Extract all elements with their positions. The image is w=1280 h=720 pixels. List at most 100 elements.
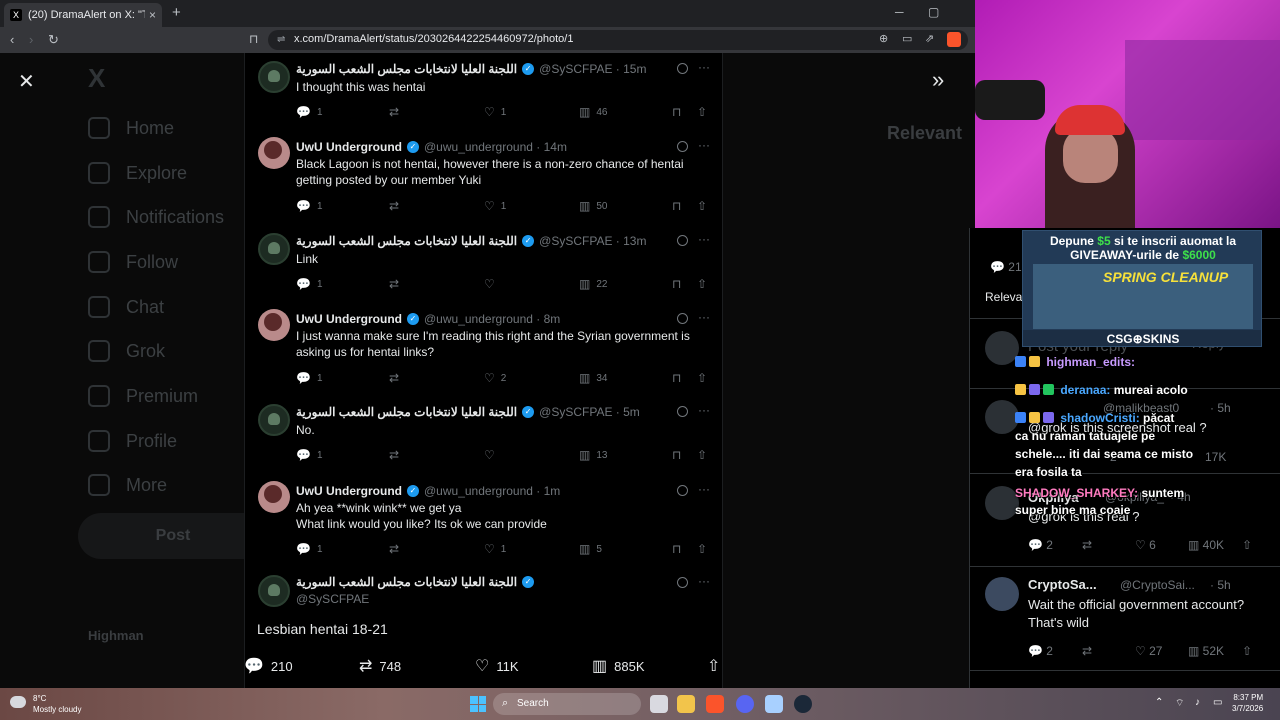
- reply-time[interactable]: · 14m: [536, 140, 567, 154]
- reply-time[interactable]: · 8m: [536, 312, 560, 326]
- reply-button[interactable]: 💬 1: [296, 199, 323, 213]
- views-button[interactable]: ▥ 13: [579, 448, 607, 462]
- more-options-icon[interactable]: ···: [698, 310, 710, 324]
- back-icon[interactable]: ‹: [10, 32, 14, 47]
- nav-chat[interactable]: Chat: [88, 296, 164, 318]
- author-handle[interactable]: @uwu_underground: [424, 484, 533, 498]
- views-button[interactable]: ▥ 5: [579, 542, 602, 556]
- reply-time[interactable]: · 5h: [1210, 401, 1231, 415]
- author-handle[interactable]: @SySCFPAE: [539, 234, 612, 248]
- bookmark-button[interactable]: ⊓: [672, 448, 687, 462]
- reply-button[interactable]: 💬 1: [296, 277, 323, 291]
- tray-chevron-icon[interactable]: ⌃: [1155, 697, 1163, 708]
- share-icon[interactable]: ⇗: [925, 32, 934, 45]
- nav-explore[interactable]: Explore: [88, 162, 187, 184]
- reply-button[interactable]: 💬 210: [244, 656, 293, 676]
- more-options-icon[interactable]: ···: [698, 60, 710, 74]
- author-handle[interactable]: @SySCFPAE: [539, 405, 612, 419]
- avatar[interactable]: [985, 400, 1019, 434]
- bookmark-button[interactable]: ⊓: [672, 371, 687, 385]
- views-button[interactable]: ▥ 52K: [1188, 644, 1224, 658]
- share-button[interactable]: ⇧: [697, 542, 713, 556]
- repost-button[interactable]: ⇄: [389, 105, 405, 119]
- new-tab-button[interactable]: +: [172, 4, 181, 21]
- author-name[interactable]: اللجنة العليا لانتخابات مجلس الشعب السور…: [296, 234, 517, 248]
- author-handle[interactable]: @SySCFPAE: [296, 592, 369, 606]
- author-name[interactable]: اللجنة العليا لانتخابات مجلس الشعب السور…: [296, 62, 517, 76]
- nav-home[interactable]: Home: [88, 117, 174, 139]
- url-input[interactable]: ⇌ x.com/DramaAlert/status/20302644222544…: [268, 30, 968, 50]
- grok-icon[interactable]: [677, 63, 688, 74]
- reply-time[interactable]: · 13m: [616, 234, 647, 248]
- reply-button[interactable]: 💬 1: [296, 371, 323, 385]
- battery-icon[interactable]: ▭: [1213, 697, 1222, 708]
- relevant-filter[interactable]: Releva: [985, 290, 1022, 304]
- share-icon[interactable]: ⇧: [1242, 644, 1252, 658]
- repost-button[interactable]: ⇄: [389, 542, 405, 556]
- site-info-icon[interactable]: ⇌: [277, 34, 285, 45]
- share-icon[interactable]: ⇧: [1242, 538, 1252, 552]
- nav-more[interactable]: More: [88, 474, 167, 496]
- bookmark-button[interactable]: ⊓: [672, 277, 687, 291]
- avatar[interactable]: [258, 61, 290, 93]
- reply-button[interactable]: 💬 1: [296, 542, 323, 556]
- share-button[interactable]: ⇧: [697, 448, 713, 462]
- author-handle[interactable]: @uwu_underground: [424, 140, 533, 154]
- minimize-icon[interactable]: ─: [895, 5, 904, 19]
- browser-tab[interactable]: X (20) DramaAlert on X: "The offici ×: [4, 3, 162, 27]
- avatar[interactable]: [258, 481, 290, 513]
- author-handle[interactable]: @SySCFPAE: [539, 62, 612, 76]
- reply-button[interactable]: 💬 2: [1028, 644, 1053, 658]
- forward-icon[interactable]: ›: [29, 32, 33, 47]
- like-button[interactable]: ♡ 2: [484, 371, 506, 385]
- grok-icon[interactable]: [677, 406, 688, 417]
- reply-button[interactable]: 💬 1: [296, 448, 323, 462]
- repost-button[interactable]: ⇄: [389, 448, 405, 462]
- repost-icon[interactable]: ⇄: [1082, 538, 1092, 552]
- discord-icon[interactable]: [736, 695, 754, 713]
- like-button[interactable]: ♡ 1: [484, 199, 506, 213]
- repost-button[interactable]: ⇄ 748: [359, 656, 401, 676]
- bookmark-icon[interactable]: ⊓: [249, 32, 258, 46]
- like-button[interactable]: ♡ 6: [1135, 538, 1156, 552]
- author-name[interactable]: UwU Underground: [296, 140, 402, 154]
- repost-button[interactable]: ⇄: [389, 277, 405, 291]
- avatar[interactable]: [258, 233, 290, 265]
- grok-icon[interactable]: [677, 313, 688, 324]
- more-options-icon[interactable]: ···: [698, 482, 710, 496]
- views-button[interactable]: ▥ 50: [579, 199, 607, 213]
- reply-time[interactable]: · 15m: [616, 62, 647, 76]
- expand-panel-icon[interactable]: »: [932, 67, 944, 93]
- author-name[interactable]: UwU Underground: [296, 484, 402, 498]
- repost-button[interactable]: ⇄: [389, 199, 405, 213]
- share-button[interactable]: ⇧: [697, 105, 713, 119]
- steam-icon[interactable]: [794, 695, 812, 713]
- avatar[interactable]: [258, 309, 290, 341]
- repost-icon[interactable]: ⇄: [1082, 644, 1092, 658]
- brave-browser-icon[interactable]: [706, 695, 724, 713]
- nav-premium[interactable]: Premium: [88, 385, 198, 407]
- taskbar-search[interactable]: ⌕ Search: [493, 693, 641, 715]
- grok-icon[interactable]: [677, 141, 688, 152]
- more-options-icon[interactable]: ···: [698, 574, 710, 588]
- share-button[interactable]: ⇧: [697, 371, 713, 385]
- share-button[interactable]: ⇧: [697, 199, 713, 213]
- author-name[interactable]: UwU Underground: [296, 312, 402, 326]
- brave-shield-icon[interactable]: [947, 32, 961, 47]
- task-view-icon[interactable]: [650, 695, 668, 713]
- cast-icon[interactable]: ▭: [902, 32, 912, 45]
- reply-button[interactable]: 💬 1: [296, 105, 323, 119]
- bookmark-button[interactable]: ⊓: [672, 105, 687, 119]
- grok-icon[interactable]: [677, 235, 688, 246]
- nav-grok[interactable]: Grok: [88, 340, 165, 362]
- like-button[interactable]: ♡ 11K: [475, 656, 519, 676]
- nav-profile[interactable]: Profile: [88, 430, 177, 452]
- file-explorer-icon[interactable]: [677, 695, 695, 713]
- like-button[interactable]: ♡ 27: [1135, 644, 1162, 658]
- reply-time[interactable]: · 5h: [1210, 578, 1231, 592]
- more-options-icon[interactable]: ···: [698, 138, 710, 152]
- reply-time[interactable]: · 5m: [616, 405, 640, 419]
- reply-button[interactable]: 💬 2: [1028, 538, 1053, 552]
- repost-button[interactable]: ⇄: [389, 371, 405, 385]
- reload-icon[interactable]: ↻: [48, 32, 59, 48]
